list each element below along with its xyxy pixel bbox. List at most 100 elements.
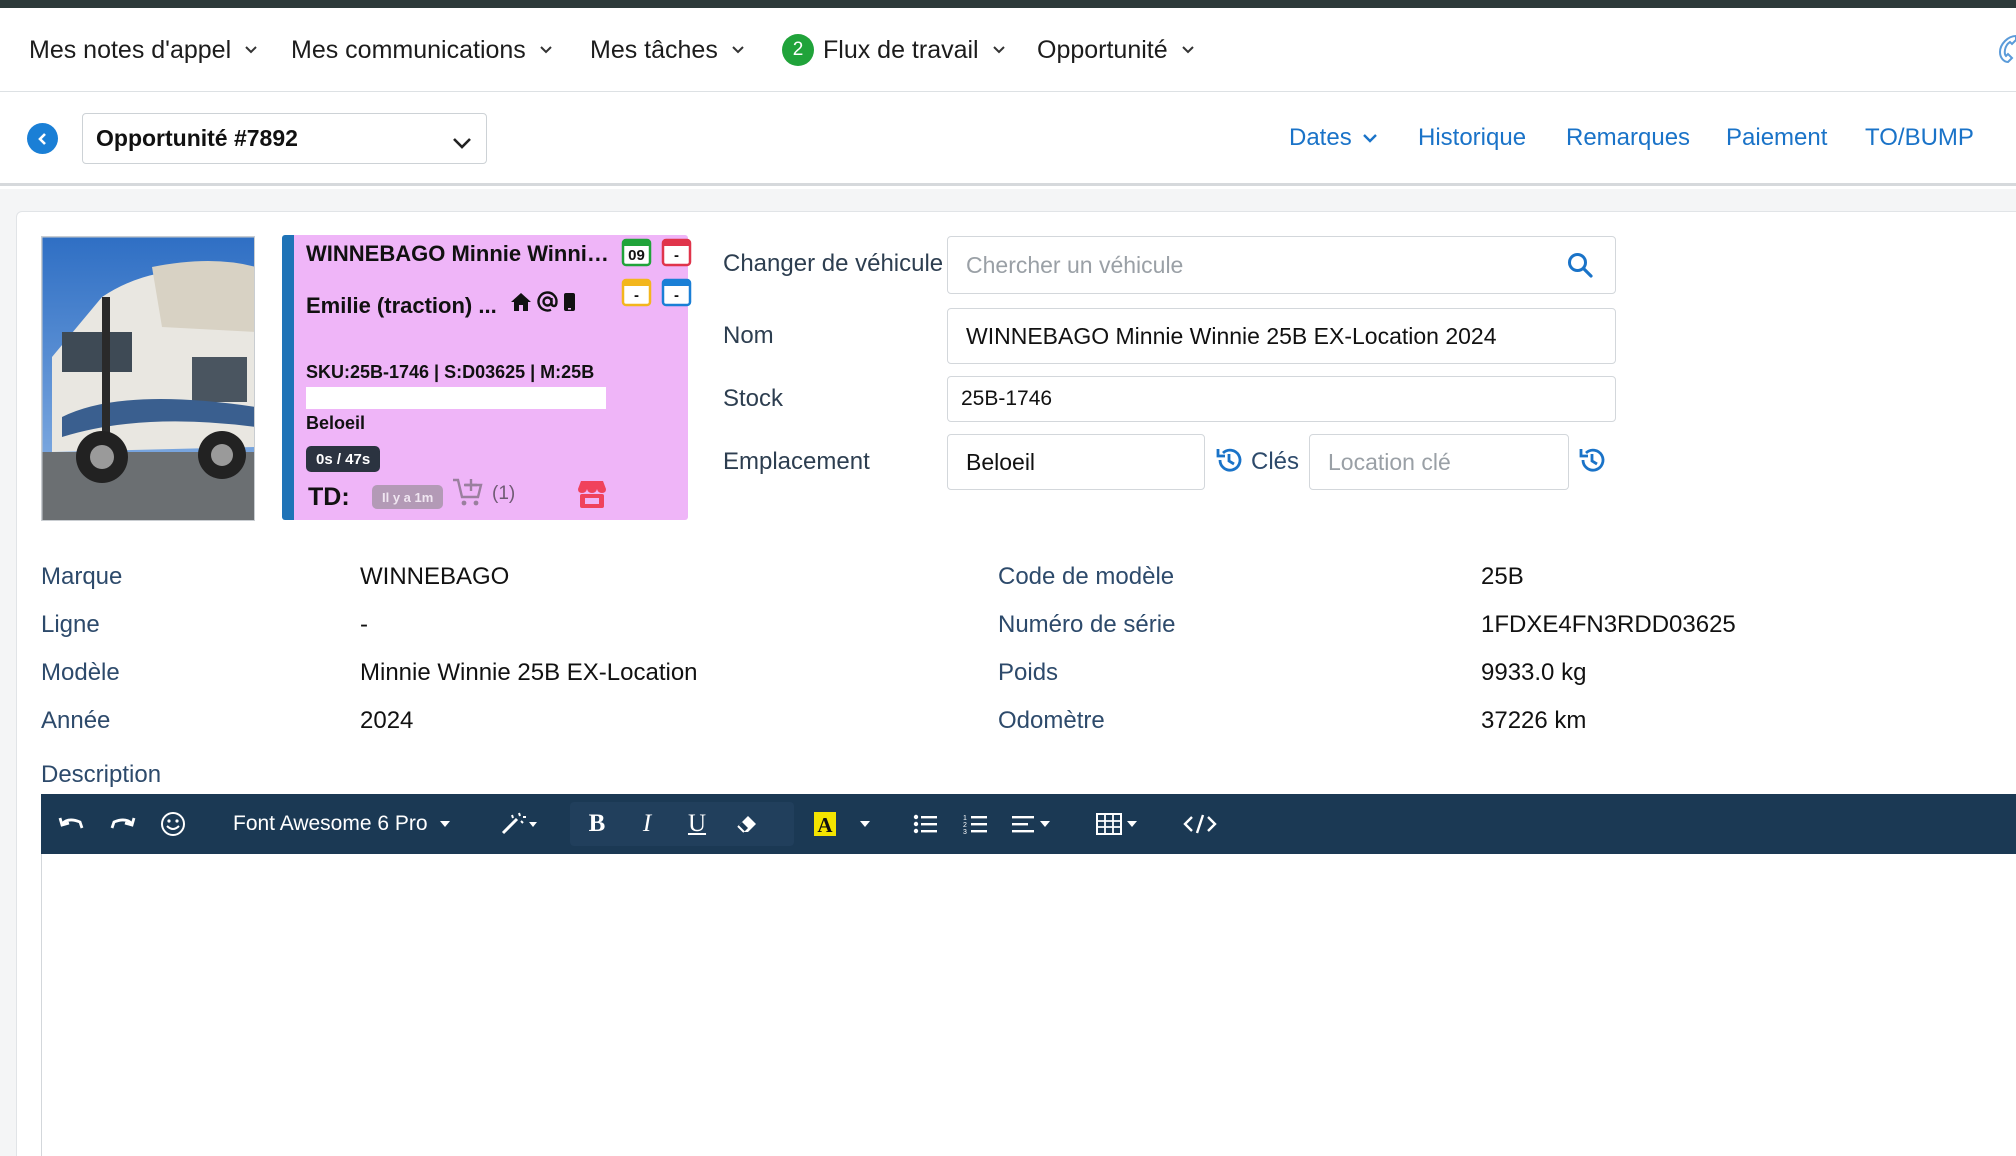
name-label: Nom (723, 322, 774, 349)
vehicle-photo[interactable] (41, 236, 255, 521)
stock-label: Stock (723, 385, 784, 412)
font-family-select[interactable]: Font Awesome 6 Pro (233, 794, 473, 854)
location-input[interactable]: Beloeil (947, 434, 1205, 490)
svg-text:A: A (817, 813, 833, 837)
italic-button[interactable]: I (627, 794, 667, 854)
vehicle-search-placeholder: Chercher un véhicule (966, 251, 1184, 278)
stock-input[interactable]: 25B-1746 (947, 376, 1616, 422)
tab-label: Paiement (1726, 124, 1828, 151)
history-icon[interactable] (1215, 446, 1243, 479)
chevron-left-icon (37, 132, 46, 145)
chevron-down-icon (992, 46, 1005, 54)
numbered-list-icon[interactable]: 123 (955, 794, 995, 854)
tab-label: TO/BUMP (1865, 124, 1974, 151)
search-icon[interactable] (1567, 252, 1593, 284)
nav-item-opportunity[interactable]: Opportunité (1037, 8, 1194, 92)
undo-icon[interactable] (51, 794, 91, 854)
nav-item-label: Mes communications (291, 35, 526, 64)
mobile-phone-icon[interactable] (563, 292, 576, 317)
nav-item-label: Mes tâches (590, 35, 718, 64)
tab-historique[interactable]: Historique (1418, 93, 1526, 183)
code-view-icon[interactable] (1175, 794, 1225, 854)
calendar-green-icon[interactable]: 09 (621, 236, 652, 267)
nav-item-call-notes[interactable]: Mes notes d'appel (29, 8, 257, 92)
stock-input-value: 25B-1746 (961, 387, 1053, 410)
eraser-icon[interactable] (727, 794, 767, 854)
nav-item-workflow[interactable]: 2 Flux de travail (782, 8, 1005, 92)
email-at-icon[interactable] (537, 291, 558, 317)
spec-value-brand: WINNEBAGO (360, 563, 510, 590)
store-icon[interactable] (576, 479, 608, 514)
vehicle-card-title: WINNEBAGO Minnie Winnie 25B EX-Location … (306, 241, 614, 266)
align-icon[interactable] (1007, 794, 1057, 854)
underline-button[interactable]: U (677, 794, 717, 854)
magic-wand-icon[interactable] (489, 794, 549, 854)
spec-value-line: - (360, 611, 368, 638)
table-icon[interactable] (1091, 794, 1145, 854)
spec-value-weight: 9933.0 kg (1481, 659, 1587, 686)
tab-paiement[interactable]: Paiement (1726, 93, 1827, 183)
nav-item-label: Opportunité (1037, 35, 1168, 64)
nav-item-label: Flux de travail (823, 35, 979, 64)
spec-label-odometer: Odomètre (998, 707, 1105, 734)
spec-value-odometer: 37226 km (1481, 707, 1587, 734)
font-family-value: Font Awesome 6 Pro (233, 812, 428, 835)
bullet-list-icon[interactable] (905, 794, 945, 854)
location-input-value: Beloeil (966, 448, 1036, 475)
nav-item-tasks[interactable]: Mes tâches (590, 8, 744, 92)
svg-text:3: 3 (963, 829, 967, 835)
caret-down-icon[interactable] (853, 794, 877, 854)
editor-toolbar: Font Awesome 6 Pro B I U A 123 (41, 794, 2016, 854)
spec-value-model: Minnie Winnie 25B EX-Location (360, 659, 698, 686)
caret-down-icon (439, 815, 450, 833)
phone-icon[interactable] (1996, 32, 2016, 69)
calendar-yellow-text: - (634, 287, 639, 304)
cart-plus-icon[interactable] (452, 477, 484, 512)
vehicle-card-blank-field (306, 387, 606, 409)
spec-label-weight: Poids (998, 659, 1059, 686)
spec-label-model: Modèle (41, 659, 120, 686)
chevron-down-icon (732, 46, 744, 54)
spec-value-model-code: 25B (1481, 563, 1524, 590)
calendar-blue-text: - (674, 287, 679, 304)
vehicle-card-td-label: TD: (308, 483, 350, 511)
key-history-icon[interactable] (1578, 446, 1606, 479)
home-icon[interactable] (510, 292, 532, 317)
spec-label-model-code: Code de modèle (998, 563, 1175, 590)
opportunity-select[interactable]: Opportunité #7892 (82, 113, 487, 164)
redo-icon[interactable] (103, 794, 143, 854)
svg-text:2: 2 (963, 822, 967, 829)
calendar-blue-icon[interactable]: - (661, 276, 692, 307)
bold-button[interactable]: B (577, 794, 617, 854)
workflow-count-badge: 2 (782, 34, 814, 66)
calendar-day-text: 09 (628, 247, 645, 264)
key-location-input[interactable]: Location clé (1309, 434, 1569, 490)
name-input[interactable]: WINNEBAGO Minnie Winnie 25B EX-Location … (947, 308, 1616, 364)
emoji-icon[interactable] (153, 794, 193, 854)
back-button[interactable] (27, 123, 58, 154)
vehicle-card-cart-count: (1) (492, 483, 516, 504)
nav-item-communications[interactable]: Mes communications (291, 8, 552, 92)
tab-label: Remarques (1566, 124, 1691, 151)
spec-label-brand: Marque (41, 563, 123, 590)
calendar-red-icon[interactable]: - (661, 236, 692, 267)
vehicle-search-input[interactable]: Chercher un véhicule (947, 236, 1616, 294)
spec-label-serial: Numéro de série (998, 611, 1176, 638)
location-label: Emplacement (723, 448, 870, 475)
vehicle-summary-card[interactable]: WINNEBAGO Minnie Winnie 25B EX-Location … (282, 235, 692, 520)
description-editor[interactable] (41, 854, 2016, 1156)
opportunity-select-value: Opportunité #7892 (96, 125, 298, 151)
vehicle-card-sku: SKU:25B-1746 | S:D03625 | M:25B (306, 362, 595, 382)
chevron-down-icon (452, 129, 472, 156)
spec-value-serial: 1FDXE4FN3RDD03625 (1481, 611, 1736, 638)
calendar-red-text: - (674, 247, 679, 264)
tab-dates[interactable]: Dates (1289, 93, 1378, 183)
vehicle-card-timer: 0s / 47s (306, 446, 381, 472)
calendar-yellow-icon[interactable]: - (621, 276, 652, 307)
description-label: Description (41, 761, 162, 788)
top-accent-strip (0, 0, 2016, 8)
highlight-color-icon[interactable]: A (805, 794, 845, 854)
vehicle-card-time-ago: Il y a 1m (372, 485, 444, 509)
tab-remarques[interactable]: Remarques (1566, 93, 1690, 183)
tab-to-bump[interactable]: TO/BUMP (1865, 93, 1974, 183)
